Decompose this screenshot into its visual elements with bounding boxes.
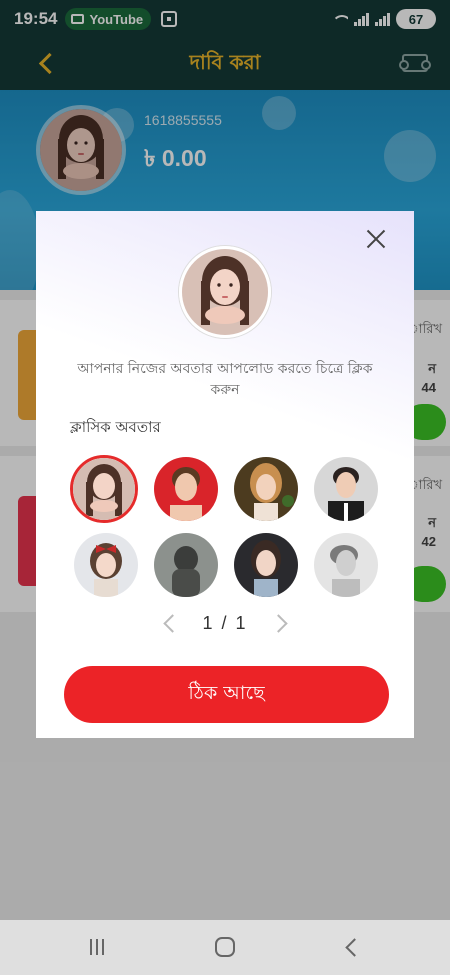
avatar-picker-dialog: আপনার নিজের অবতার আপলোড করতে চিত্রে ক্লি… <box>36 211 414 738</box>
upload-hint[interactable]: আপনার নিজের অবতার আপলোড করতে চিত্রে ক্লি… <box>66 359 384 401</box>
classic-avatar-heading: ক্লাসিক অবতার <box>70 418 161 436</box>
avatar-boy-monochrome-icon[interactable] <box>314 533 378 597</box>
recent-apps-icon[interactable] <box>90 939 104 955</box>
avatar-pager: 1 / 1 <box>36 611 414 635</box>
avatar-boy-red-background-icon[interactable] <box>154 457 218 521</box>
avatar-girl-blonde-icon[interactable] <box>234 457 298 521</box>
page-indicator: 1 / 1 <box>202 612 248 633</box>
home-icon[interactable] <box>215 937 235 957</box>
avatar-boy-dark-hair-icon[interactable] <box>314 457 378 521</box>
chevron-right-icon[interactable] <box>270 611 290 635</box>
avatar-girl-bow-icon[interactable] <box>74 533 138 597</box>
close-icon[interactable] <box>366 229 386 249</box>
system-nav-bar <box>0 920 450 975</box>
current-avatar[interactable] <box>179 246 271 338</box>
ok-button[interactable]: ঠিক আছে <box>64 666 389 723</box>
avatar-hooded-figure-icon[interactable] <box>154 533 218 597</box>
chevron-left-icon[interactable] <box>160 611 180 635</box>
avatar-girl-hands-face-icon[interactable] <box>70 455 138 523</box>
nav-back-icon[interactable] <box>346 939 358 951</box>
avatar-girl-dark-hair-icon[interactable] <box>234 533 298 597</box>
